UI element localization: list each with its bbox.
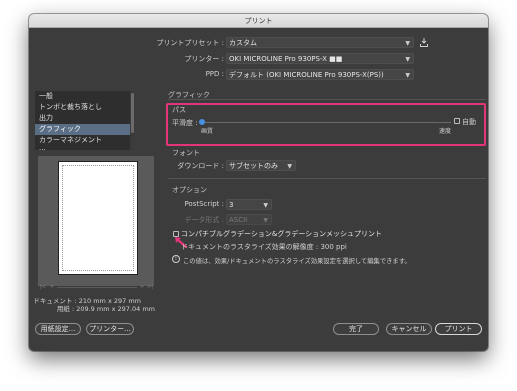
pager-last-button[interactable]: >| (147, 284, 153, 290)
window-title: プリント (29, 14, 488, 28)
pager-first-button[interactable]: |< (40, 284, 46, 290)
save-preset-icon[interactable] (420, 38, 428, 47)
category-list[interactable]: 一般 トンボと裁ち落とし 出力 グラフィック カラーマネジメント ... (35, 91, 134, 150)
pager-prev-button[interactable]: < (50, 284, 54, 290)
sidebar-item-general[interactable]: 一般 (35, 91, 134, 102)
chevron-down-icon: ▼ (405, 40, 410, 47)
printer-value: OKI MICROLINE Pro 930PS-X ■■ (229, 55, 343, 63)
chevron-down-icon: ▼ (263, 202, 268, 209)
done-button[interactable]: 完了 (333, 323, 379, 335)
sidebar-item-color-management[interactable]: カラーマネジメント (35, 135, 134, 146)
data-format-dropdown[interactable]: ASCII ▼ (226, 214, 272, 225)
raster-resolution-text: ドキュメントのラスタライズ効果の解像度 : 300 ppi (181, 243, 347, 251)
pager-track[interactable] (57, 287, 137, 288)
sidebar-item-output[interactable]: 出力 (35, 113, 134, 124)
compat-gradient-label[interactable]: コンパチブルグラデーション&グラデーションメッシュプリント (181, 229, 382, 239)
download-dropdown[interactable]: サブセットのみ ▼ (226, 160, 296, 171)
section-title-options: オプション (172, 186, 207, 194)
flatness-min-label: 画質 (201, 128, 214, 135)
ppd-dropdown[interactable]: デフォルト (OKI MICROLINE Pro 930PS-X(PS)) ▼ (226, 69, 414, 80)
sidebar-item-graphics[interactable]: グラフィック (35, 124, 134, 135)
download-label: ダウンロード : (177, 162, 224, 170)
section-title-fonts: フォント (172, 149, 200, 157)
info-text: この値は、効果/ドキュメントのラスタライズ効果設定を選択して編集できます。 (183, 258, 411, 265)
paths-title: パス (172, 106, 186, 114)
chevron-down-icon: ▼ (405, 56, 410, 63)
data-format-label: データ形式 : (184, 216, 224, 224)
preset-dropdown[interactable]: カスタム ▼ (226, 37, 414, 48)
sidebar-item-more[interactable]: ... (35, 146, 134, 150)
list-scrollbar[interactable] (130, 91, 134, 150)
print-dialog: プリント プリントプリセット : カスタム ▼ プリンター : OKI MICR… (29, 14, 488, 351)
scrollbar-thumb[interactable] (130, 93, 134, 133)
print-button[interactable]: プリント (435, 323, 482, 335)
printable-area (62, 165, 134, 271)
flatness-max-label: 速度 (439, 128, 452, 135)
preset-label: プリントプリセット : (156, 39, 224, 47)
printer-dropdown[interactable]: OKI MICROLINE Pro 930PS-X ■■ ▼ (226, 53, 414, 64)
auto-label: 自動 (462, 118, 476, 126)
section-divider (168, 99, 486, 100)
chevron-down-icon: ▼ (287, 163, 292, 170)
flatness-slider-thumb[interactable] (199, 119, 205, 125)
postscript-label: PostScript : (184, 200, 224, 208)
ppd-value: デフォルト (OKI MICROLINE Pro 930PS-X(PS)) (229, 71, 384, 79)
flatness-slider-track[interactable] (201, 122, 451, 123)
chevron-down-icon: ▼ (405, 72, 410, 79)
postscript-value: 3 (229, 201, 234, 209)
sidebar-item-marks-bleed[interactable]: トンボと裁ち落とし (35, 102, 134, 113)
postscript-dropdown[interactable]: 3 ▼ (226, 199, 272, 210)
page-setup-button[interactable]: 用紙設定... (35, 323, 81, 335)
info-icon: i (172, 255, 180, 263)
preset-value: カスタム (229, 39, 257, 47)
chevron-down-icon: ▼ (263, 217, 268, 224)
section-divider (168, 178, 486, 179)
flatness-label: 平滑度 : (172, 119, 198, 127)
data-format-value: ASCII (229, 216, 248, 224)
paper-preview (58, 161, 138, 275)
printer-label: プリンター : (184, 55, 224, 63)
paths-highlight (166, 103, 486, 146)
printer-button[interactable]: プリンター... (86, 323, 134, 335)
download-value: サブセットのみ (229, 162, 278, 170)
cancel-button[interactable]: キャンセル (386, 323, 432, 335)
auto-checkbox[interactable] (454, 118, 460, 124)
paper-size-label: 用紙 : 209.9 mm x 297.04 mm (56, 305, 155, 313)
pager-next-button[interactable]: > (140, 284, 144, 290)
print-preview[interactable] (38, 156, 154, 286)
ppd-label: PPD : (205, 70, 224, 78)
